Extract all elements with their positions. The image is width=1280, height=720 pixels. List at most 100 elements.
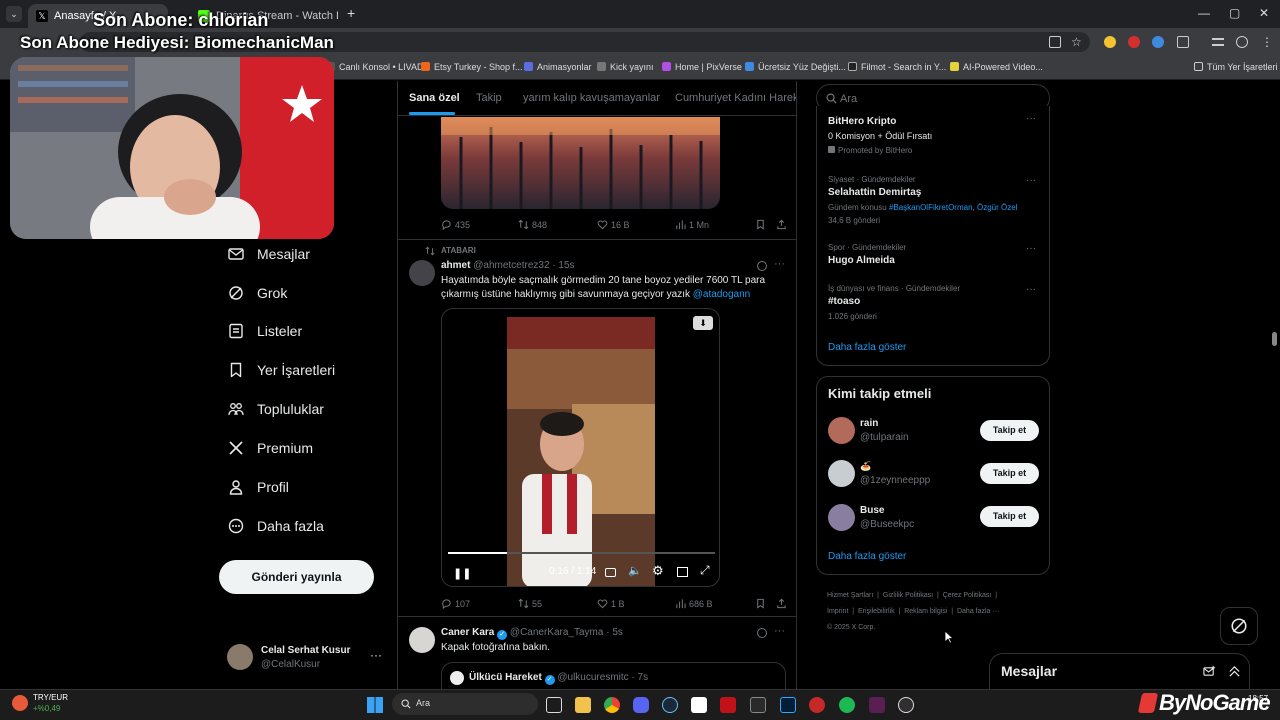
footer-link[interactable]: Reklam bilgisi [904, 608, 947, 615]
spotify-icon[interactable] [839, 697, 855, 713]
post-more-icon[interactable]: ··· [774, 625, 785, 637]
post-image[interactable] [441, 117, 720, 209]
bookmark-item[interactable]: Animasyonlar [524, 62, 592, 72]
views-button[interactable]: 1 Mn [675, 219, 709, 230]
like-button[interactable]: 16 B [597, 219, 630, 230]
footer-link[interactable]: İmprint [827, 608, 848, 615]
quoted-post[interactable]: Ülkücü Hareket ✓ @ulkucuresmitc · 7s [441, 662, 786, 689]
fullscreen-icon[interactable]: ⤢ [700, 563, 710, 578]
bookmark-item[interactable]: Canlı Konsol • LIVAD [326, 62, 424, 72]
trend-more-icon[interactable]: ··· [1026, 175, 1036, 186]
author-handle[interactable]: @ahmetcetrez32 [473, 260, 549, 271]
pause-icon[interactable]: ❚❚ [453, 567, 471, 580]
trend-hashtag-link[interactable]: #BaşkanOlFikretOrman, Özgür Özel [889, 203, 1017, 212]
chrome-icon[interactable] [604, 697, 620, 713]
obs-icon[interactable] [898, 697, 914, 713]
extension-coin-icon[interactable] [1104, 36, 1116, 48]
share-icon[interactable] [776, 598, 790, 609]
grok-post-icon[interactable] [757, 261, 767, 271]
install-icon[interactable] [1049, 36, 1061, 48]
post-more-icon[interactable]: ··· [774, 258, 785, 270]
minimize-icon[interactable]: — [1198, 6, 1210, 20]
follow-button[interactable]: Takip et [980, 463, 1039, 484]
bookmark-item[interactable]: Etsy Turkey - Shop f... [421, 62, 523, 72]
reply-button[interactable]: 107 [441, 598, 470, 610]
footer-link[interactable]: Erişilebilirlik [858, 608, 895, 615]
all-bookmarks-folder[interactable]: Tüm Yer İşaretleri [1194, 62, 1278, 72]
repost-button[interactable]: 848 [518, 219, 547, 230]
chevron-up-icon[interactable] [1228, 665, 1241, 678]
taskbar-clock[interactable]: 18:57 [1248, 694, 1268, 703]
captions-icon[interactable] [605, 568, 616, 577]
extension-red-icon[interactable] [1128, 36, 1140, 48]
close-icon[interactable]: ✕ [1259, 6, 1269, 20]
account-switcher[interactable]: Celal Serhat Kusur @CelalKusur ··· [227, 644, 387, 674]
task-view-icon[interactable] [546, 697, 562, 713]
bookmark-star-icon[interactable]: ☆ [1071, 36, 1083, 48]
trend-more-icon[interactable]: ··· [1026, 243, 1036, 254]
trend-more-icon[interactable]: ··· [1026, 284, 1036, 295]
follow-button[interactable]: Takip et [980, 420, 1039, 441]
maximize-icon[interactable]: ▢ [1229, 6, 1240, 20]
bookmark-post-icon[interactable] [755, 598, 769, 609]
extensions-puzzle-icon[interactable] [1177, 36, 1189, 48]
download-icon[interactable]: ⬇ [693, 316, 713, 330]
new-tab-button[interactable]: + [347, 5, 355, 21]
bookmark-item[interactable]: Filmot - Search in Y... [848, 62, 946, 72]
photoshop-icon[interactable] [780, 697, 796, 713]
author-name[interactable]: Caner Kara [441, 627, 494, 638]
tab-following[interactable]: Takip [476, 92, 502, 104]
page-scrollbar[interactable] [1272, 332, 1277, 346]
weather-ticker[interactable]: TRY/EUR +%0,49 [12, 693, 102, 715]
author-handle[interactable]: @CanerKara_Tayma [510, 627, 604, 638]
mention-link[interactable]: @atadogann [693, 289, 750, 300]
video-player[interactable]: ⬇ ❚❚ 0:16 / 1:14 🔈 ⚙ ⤢ [441, 308, 720, 587]
bookmark-item[interactable]: AI-Powered Video... [950, 62, 1043, 72]
reply-button[interactable]: 435 [441, 219, 470, 231]
tab-list-2[interactable]: Cumhuriyet Kadını Hareke [675, 92, 796, 104]
tab-for-you[interactable]: Sana özel [409, 92, 460, 104]
pip-icon[interactable] [677, 567, 688, 577]
grok-float-button[interactable] [1220, 607, 1258, 645]
extension-blue-icon[interactable] [1152, 36, 1164, 48]
author-name[interactable]: ahmet [441, 260, 470, 271]
new-message-icon[interactable] [1203, 665, 1216, 678]
netflix-icon[interactable] [720, 697, 736, 713]
views-button[interactable]: 686 B [675, 598, 713, 609]
account-more-icon[interactable]: ··· [370, 648, 382, 662]
epic-games-icon[interactable] [750, 697, 766, 713]
share-icon[interactable] [776, 219, 790, 230]
media-control-icon[interactable] [1212, 38, 1224, 46]
post-button[interactable]: Gönderi yayınla [219, 560, 374, 594]
windows-start-icon[interactable] [367, 697, 383, 713]
file-explorer-icon[interactable] [575, 697, 591, 713]
steam-icon[interactable] [662, 697, 678, 713]
taskbar-search[interactable]: Ara [392, 693, 538, 715]
purple-app-icon[interactable] [869, 697, 885, 713]
red-app-icon[interactable] [809, 697, 825, 713]
video-progress[interactable] [448, 552, 715, 554]
like-button[interactable]: 1 B [597, 598, 625, 609]
volume-icon[interactable]: 🔈 [628, 564, 642, 577]
post-ahmet[interactable]: ATABARI ahmet @ahmetcetrez32 · 15s ··· H… [398, 240, 796, 616]
footer-link[interactable]: Çerez Politikası [943, 592, 992, 599]
menu-dots-icon[interactable]: ⋮ [1261, 36, 1273, 48]
post-caner[interactable]: Caner Kara ✓ @CanerKara_Tayma · 5s ··· K… [398, 617, 796, 689]
tab-list-1[interactable]: yarım kalıp kavuşamayanlar [523, 92, 660, 104]
bookmark-post-icon[interactable] [755, 219, 769, 230]
follow-show-more[interactable]: Daha fazla göster [828, 551, 906, 562]
post-time[interactable]: · 15s [552, 260, 574, 271]
bookmark-item[interactable]: Ücretsiz Yüz Değişti... [745, 62, 846, 72]
avatar[interactable] [409, 260, 435, 286]
footer-link[interactable]: Hizmet Şartları [827, 592, 873, 599]
avatar[interactable] [409, 627, 435, 653]
bookmark-item[interactable]: Kick yayını [597, 62, 654, 72]
tab-list-button[interactable]: ⌄ [6, 6, 22, 22]
trends-show-more[interactable]: Daha fazla göster [828, 342, 906, 353]
follow-button[interactable]: Takip et [980, 506, 1039, 527]
bookmark-item[interactable]: Home | PixVerse [662, 62, 742, 72]
repost-button[interactable]: 55 [518, 598, 542, 609]
grok-post-icon[interactable] [757, 628, 767, 638]
capcut-icon[interactable] [691, 697, 707, 713]
profile-avatar-icon[interactable] [1236, 36, 1248, 48]
